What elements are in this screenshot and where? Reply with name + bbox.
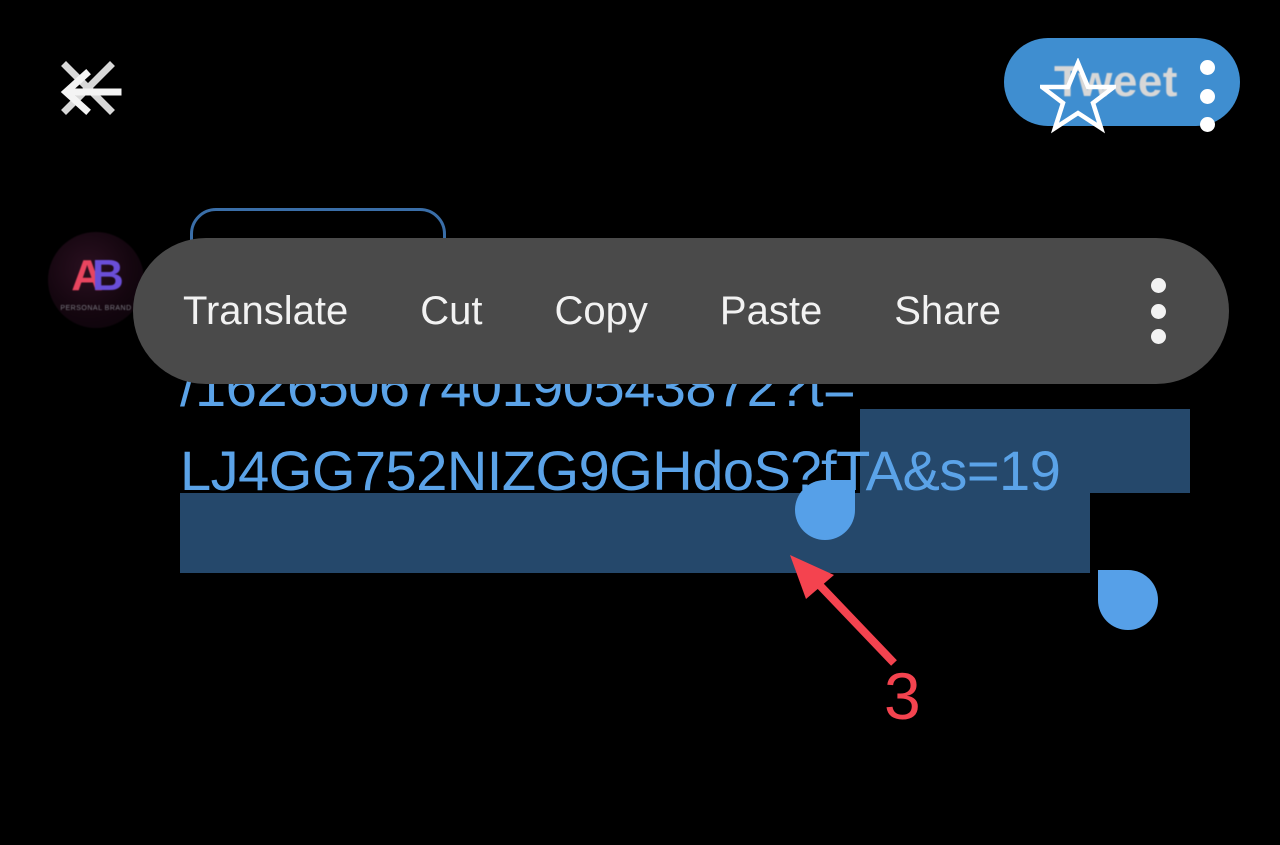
menu-item-paste[interactable]: Paste xyxy=(720,279,822,344)
close-x-icon xyxy=(60,61,122,115)
screen-root: Tweet AB PERSONAL BRAND /162650674019054… xyxy=(0,0,1280,845)
menu-overflow-icon[interactable] xyxy=(1149,278,1167,344)
avatar-ab-logo: AB xyxy=(71,251,124,300)
selection-handle-start[interactable] xyxy=(795,480,855,540)
top-bar: Tweet xyxy=(0,0,1280,150)
menu-item-share[interactable]: Share xyxy=(894,279,1001,344)
annotation-step-number: 3 xyxy=(884,659,921,733)
menu-item-copy[interactable]: Copy xyxy=(555,279,648,344)
avatar-subtitle: PERSONAL BRAND xyxy=(60,305,132,312)
tweet-button-label: Tweet xyxy=(1054,57,1178,106)
tweet-text-line: LJ4GG752NIZG9GHdoS?fTA&s=19 xyxy=(180,439,1061,502)
menu-item-cut[interactable]: Cut xyxy=(420,279,482,344)
tweet-button[interactable]: Tweet xyxy=(1004,38,1240,126)
avatar-initial-b: B xyxy=(92,251,124,300)
close-button[interactable] xyxy=(52,52,124,124)
text-context-menu: Translate Cut Copy Paste Share xyxy=(133,238,1229,384)
avatar[interactable]: AB PERSONAL BRAND xyxy=(48,232,144,328)
menu-item-translate[interactable]: Translate xyxy=(183,279,348,344)
selection-handle-end[interactable] xyxy=(1098,570,1158,630)
